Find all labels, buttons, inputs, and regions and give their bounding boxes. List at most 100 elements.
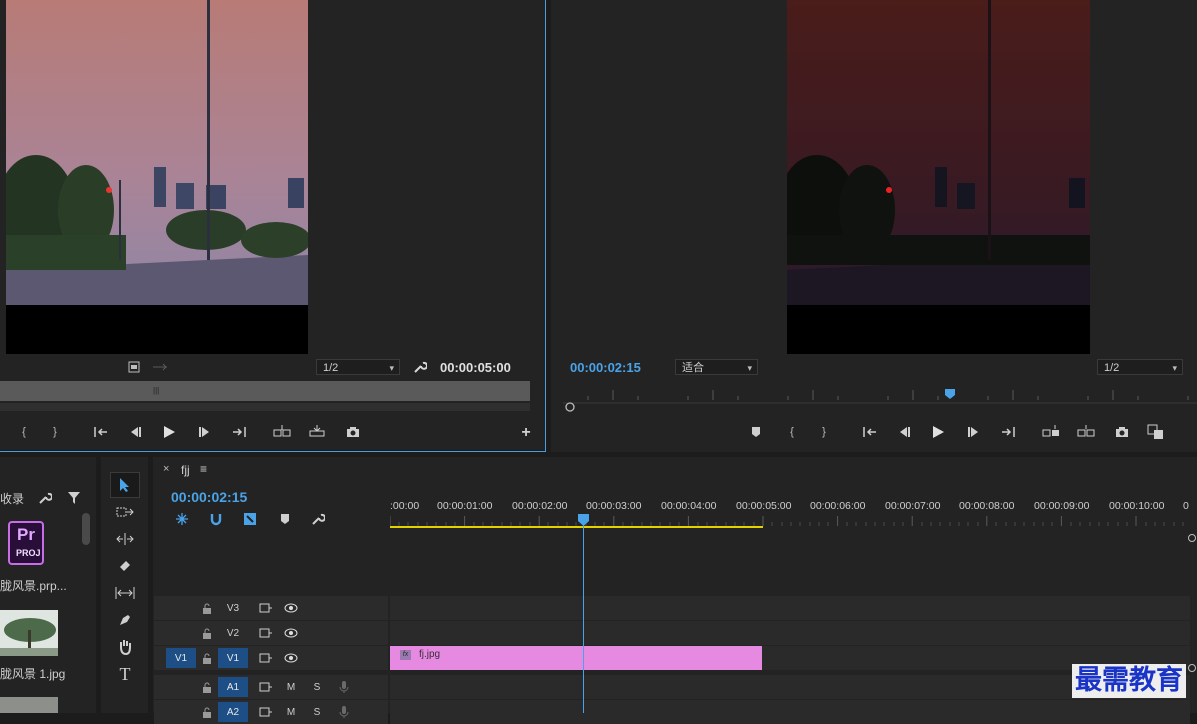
vertical-scroll-handle[interactable] xyxy=(1188,664,1196,672)
add-button-icon[interactable]: + xyxy=(518,424,534,441)
type-tool[interactable]: T xyxy=(110,661,140,687)
mark-in-icon[interactable]: { xyxy=(785,424,799,440)
program-fit-value: 适合 xyxy=(682,362,704,374)
track-name[interactable]: A2 xyxy=(218,702,248,722)
microphone-icon[interactable] xyxy=(329,677,359,697)
project-item[interactable]: Pr PROJ 胧风景.prp... xyxy=(0,514,80,600)
timeline-clip[interactable]: fx fj.jpg xyxy=(390,646,762,670)
lock-icon[interactable] xyxy=(197,702,217,722)
lift-icon[interactable] xyxy=(1041,423,1061,439)
pen-tool[interactable] xyxy=(110,607,140,633)
snap-icon[interactable] xyxy=(208,511,224,527)
track-content[interactable] xyxy=(390,700,1190,724)
track-content[interactable] xyxy=(390,675,1190,699)
program-monitor: 00:00:02:15 适合 ▾ 1/2 ▾ { } xyxy=(551,0,1197,452)
wrench-icon[interactable] xyxy=(310,511,326,527)
nest-icon[interactable] xyxy=(174,511,190,527)
timeline-timecode[interactable]: 00:00:02:15 xyxy=(171,489,247,505)
step-back-icon[interactable] xyxy=(896,424,912,440)
razor-tool[interactable] xyxy=(110,553,140,579)
program-frame-image xyxy=(787,0,1090,354)
compare-view-icon[interactable] xyxy=(1146,423,1166,441)
camera-icon[interactable] xyxy=(345,424,361,440)
go-to-in-icon[interactable] xyxy=(861,424,879,440)
play-icon[interactable] xyxy=(930,423,946,441)
source-video-frame xyxy=(6,0,308,354)
track-content[interactable] xyxy=(390,621,1190,645)
solo-button[interactable]: S xyxy=(302,677,332,697)
solo-button[interactable]: S xyxy=(302,702,332,722)
step-forward-icon[interactable] xyxy=(197,424,213,440)
go-to-out-icon[interactable] xyxy=(230,424,248,440)
project-scrollbar[interactable] xyxy=(82,513,90,545)
lock-icon[interactable] xyxy=(197,648,217,668)
source-monitor-focus-border xyxy=(545,0,546,452)
play-icon[interactable] xyxy=(161,423,177,441)
tab-close[interactable]: × xyxy=(163,463,169,475)
step-back-icon[interactable] xyxy=(127,424,143,440)
track-name[interactable]: A1 xyxy=(218,677,248,697)
add-marker-icon[interactable] xyxy=(749,424,763,440)
source-scrub-grip[interactable]: ||| xyxy=(153,386,159,395)
lock-icon[interactable] xyxy=(197,677,217,697)
source-scrub-bar[interactable] xyxy=(0,381,530,401)
ruler-label: 00:00:10:00 xyxy=(1109,500,1165,512)
camera-icon[interactable] xyxy=(1114,424,1130,440)
selection-tool[interactable] xyxy=(110,472,140,498)
eye-icon[interactable] xyxy=(276,598,306,618)
lock-icon[interactable] xyxy=(197,623,217,643)
wrench-icon[interactable] xyxy=(412,359,428,375)
add-marker-icon[interactable] xyxy=(278,512,292,526)
mark-in-icon[interactable]: { xyxy=(17,424,31,440)
timeline-playhead-line[interactable] xyxy=(583,518,584,713)
step-forward-icon[interactable] xyxy=(966,424,982,440)
linked-selection-icon[interactable] xyxy=(242,511,258,527)
source-zoom-select[interactable]: 1/2 ▾ xyxy=(316,359,400,375)
sequence-tab[interactable]: fjj xyxy=(181,463,190,477)
project-item[interactable]: 胧风景 1.jpg xyxy=(0,607,80,687)
ruler-label: 00:00:05:00 xyxy=(736,500,792,512)
track-header: V1 V1 xyxy=(154,646,388,670)
extract-icon[interactable] xyxy=(1076,423,1096,439)
program-zoom-select[interactable]: 1/2 ▾ xyxy=(1097,359,1183,375)
ruler-label: 00:00:06:00 xyxy=(810,500,866,512)
panel-menu-icon[interactable]: ≡ xyxy=(200,462,207,476)
slip-tool[interactable] xyxy=(110,580,140,606)
filter-icon[interactable] xyxy=(66,490,82,506)
source-zoom-scroll[interactable] xyxy=(0,403,530,411)
ruler-label: 00:00:01:00 xyxy=(437,500,493,512)
lock-icon[interactable] xyxy=(197,598,217,618)
export-frame-icon[interactable] xyxy=(127,360,141,374)
source-patch-v1[interactable]: V1 xyxy=(166,648,196,668)
program-zoom-value: 1/2 xyxy=(1104,362,1120,374)
drag-video-only-icon[interactable] xyxy=(151,361,169,373)
program-timecode[interactable]: 00:00:02:15 xyxy=(570,360,641,375)
work-area-bar[interactable] xyxy=(390,526,763,528)
eye-icon[interactable] xyxy=(276,648,306,668)
ruler-label: 00:00:04:00 xyxy=(661,500,717,512)
program-fit-select[interactable]: 适合 ▾ xyxy=(675,359,758,375)
ripple-edit-tool[interactable] xyxy=(110,526,140,552)
timeline-playhead[interactable] xyxy=(578,514,589,526)
ruler-label: 00:00:07:00 xyxy=(885,500,941,512)
overwrite-icon[interactable] xyxy=(307,423,327,439)
microphone-icon[interactable] xyxy=(329,702,359,722)
track-name[interactable]: V1 xyxy=(218,648,248,668)
go-to-out-icon[interactable] xyxy=(999,424,1017,440)
mark-out-icon[interactable]: } xyxy=(48,424,62,440)
track-select-tool[interactable] xyxy=(110,499,140,525)
program-mini-ruler[interactable] xyxy=(563,385,1197,415)
hand-tool[interactable] xyxy=(110,634,140,660)
program-playhead[interactable] xyxy=(945,389,955,399)
track-name[interactable]: V2 xyxy=(218,623,248,643)
ruler-label: 00:00:08:00 xyxy=(959,500,1015,512)
track-name[interactable]: V3 xyxy=(218,598,248,618)
track-content[interactable] xyxy=(390,596,1190,620)
vertical-scroll-handle[interactable] xyxy=(1188,534,1196,542)
project-item-name: 胧风景.prp... xyxy=(0,579,67,593)
wrench-icon[interactable] xyxy=(37,490,53,506)
insert-icon[interactable] xyxy=(272,423,292,439)
eye-icon[interactable] xyxy=(276,623,306,643)
go-to-in-icon[interactable] xyxy=(92,424,110,440)
mark-out-icon[interactable]: } xyxy=(817,424,831,440)
